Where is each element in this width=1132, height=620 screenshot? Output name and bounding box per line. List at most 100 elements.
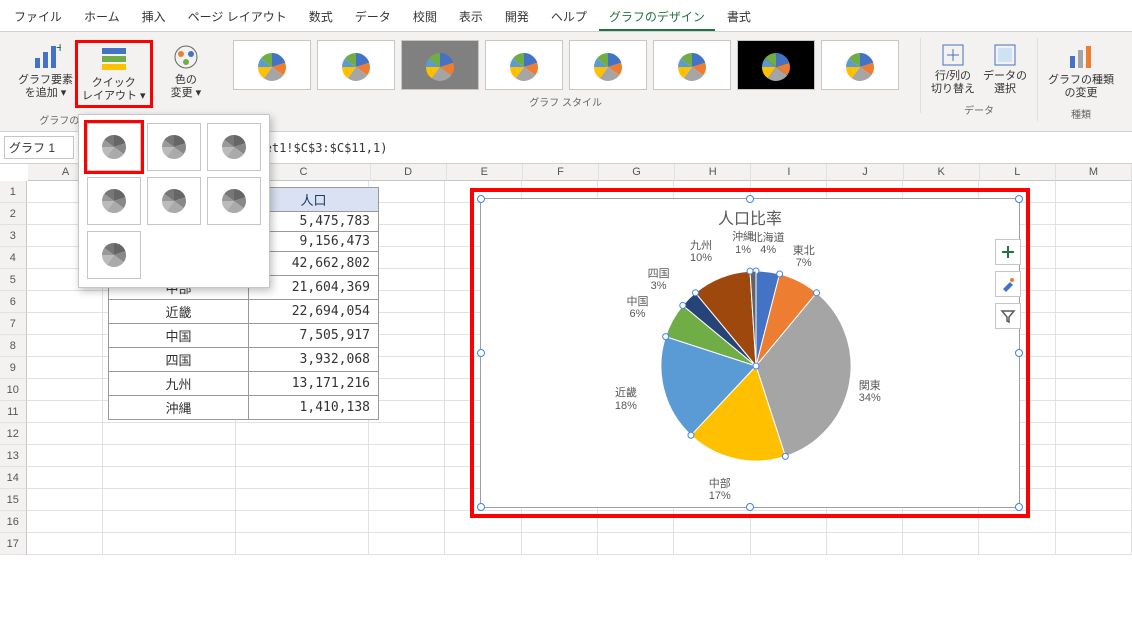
cell[interactable] xyxy=(1056,269,1132,291)
col-header[interactable]: L xyxy=(980,164,1056,181)
row-header[interactable]: 3 xyxy=(0,225,27,247)
switch-row-col-button[interactable]: 行/列の切り替え xyxy=(929,40,977,98)
cell[interactable] xyxy=(369,489,445,511)
cell[interactable] xyxy=(522,533,598,555)
cell[interactable] xyxy=(103,423,236,445)
change-colors-button[interactable]: 色の変更 ▾ xyxy=(169,40,204,102)
chart-style-thumb[interactable] xyxy=(485,40,563,90)
name-box[interactable]: グラフ 1 xyxy=(4,136,74,159)
cell[interactable] xyxy=(236,445,369,467)
cell[interactable] xyxy=(27,445,103,467)
tab-挿入[interactable]: 挿入 xyxy=(132,4,176,31)
resize-handle[interactable] xyxy=(1015,503,1023,511)
cell[interactable] xyxy=(236,423,369,445)
row-header[interactable]: 9 xyxy=(0,357,27,379)
col-header[interactable]: I xyxy=(751,164,827,181)
cell[interactable] xyxy=(369,423,445,445)
cell[interactable] xyxy=(445,533,521,555)
cell[interactable] xyxy=(751,533,827,555)
quick-layout-option[interactable] xyxy=(207,123,261,171)
cell[interactable] xyxy=(236,467,369,489)
tab-数式[interactable]: 数式 xyxy=(299,4,343,31)
cell[interactable] xyxy=(27,291,103,313)
quick-layout-option[interactable] xyxy=(87,177,141,225)
resize-handle[interactable] xyxy=(477,503,485,511)
cell[interactable] xyxy=(1056,225,1132,247)
chart-container[interactable]: 人口比率 北海道4%東北7%関東34%中部17%近畿18%中国6%四国3%九州1… xyxy=(470,188,1030,518)
chart-style-thumb[interactable] xyxy=(569,40,647,90)
cell[interactable] xyxy=(1056,357,1132,379)
tab-ファイル[interactable]: ファイル xyxy=(4,4,72,31)
tab-グラフのデザイン[interactable]: グラフのデザイン xyxy=(599,4,715,31)
cell[interactable] xyxy=(674,533,750,555)
cell[interactable] xyxy=(369,445,445,467)
cell[interactable] xyxy=(27,533,103,555)
cell[interactable] xyxy=(1056,511,1132,533)
tab-ページ レイアウト[interactable]: ページ レイアウト xyxy=(178,4,297,31)
col-header[interactable]: E xyxy=(447,164,523,181)
col-header[interactable]: G xyxy=(599,164,675,181)
cell[interactable] xyxy=(27,489,103,511)
chart-style-thumb[interactable] xyxy=(233,40,311,90)
tab-書式[interactable]: 書式 xyxy=(717,4,761,31)
select-data-button[interactable]: データの選択 xyxy=(981,40,1029,98)
cell[interactable] xyxy=(369,225,445,247)
add-chart-element-button[interactable]: + グラフ要素を追加 ▾ xyxy=(16,40,75,108)
row-header[interactable]: 7 xyxy=(0,313,27,335)
cell[interactable] xyxy=(103,445,236,467)
cell[interactable] xyxy=(103,489,236,511)
cell[interactable] xyxy=(1056,291,1132,313)
cell[interactable] xyxy=(1056,533,1132,555)
chart-filter-button[interactable] xyxy=(995,303,1021,329)
row-header[interactable]: 16 xyxy=(0,511,27,533)
cell[interactable] xyxy=(369,313,445,335)
cell[interactable] xyxy=(903,533,979,555)
cell[interactable] xyxy=(369,247,445,269)
row-header[interactable]: 11 xyxy=(0,401,27,423)
row-header[interactable]: 17 xyxy=(0,533,27,555)
cell[interactable] xyxy=(1056,203,1132,225)
cell[interactable] xyxy=(27,423,103,445)
cell[interactable] xyxy=(1056,423,1132,445)
quick-layout-option[interactable] xyxy=(87,231,141,279)
row-header[interactable]: 6 xyxy=(0,291,27,313)
pie-chart[interactable]: 北海道4%東北7%関東34%中部17%近畿18%中国6%四国3%九州10%沖縄1… xyxy=(481,231,1019,491)
row-header[interactable]: 2 xyxy=(0,203,27,225)
cell[interactable] xyxy=(369,335,445,357)
cell[interactable] xyxy=(103,511,236,533)
row-header[interactable]: 14 xyxy=(0,467,27,489)
cell[interactable] xyxy=(1056,489,1132,511)
cell[interactable] xyxy=(369,511,445,533)
cell[interactable] xyxy=(236,533,369,555)
cell[interactable] xyxy=(1056,247,1132,269)
cell[interactable] xyxy=(1056,379,1132,401)
cell[interactable] xyxy=(27,511,103,533)
quick-layout-button[interactable]: クイックレイアウト ▾ xyxy=(75,40,153,108)
cell[interactable] xyxy=(369,467,445,489)
change-chart-type-button[interactable]: グラフの種類の変更 xyxy=(1046,40,1116,102)
cell[interactable] xyxy=(369,357,445,379)
col-header[interactable]: D xyxy=(371,164,447,181)
tab-ヘルプ[interactable]: ヘルプ xyxy=(541,4,597,31)
cell[interactable] xyxy=(369,401,445,423)
tab-ホーム[interactable]: ホーム xyxy=(74,4,130,31)
chart-elements-button[interactable] xyxy=(995,239,1021,265)
row-header[interactable]: 1 xyxy=(0,181,27,203)
chart-style-thumb[interactable] xyxy=(821,40,899,90)
chart-title[interactable]: 人口比率 xyxy=(481,199,1019,231)
quick-layout-option[interactable] xyxy=(147,177,201,225)
cell[interactable] xyxy=(236,511,369,533)
chart-styles-button[interactable] xyxy=(995,271,1021,297)
cell[interactable] xyxy=(369,379,445,401)
cell[interactable] xyxy=(369,291,445,313)
cell[interactable] xyxy=(1056,335,1132,357)
chart-styles-gallery[interactable] xyxy=(233,40,899,90)
col-header[interactable]: J xyxy=(827,164,903,181)
cell[interactable] xyxy=(27,335,103,357)
row-header[interactable]: 4 xyxy=(0,247,27,269)
quick-layout-option[interactable] xyxy=(207,177,261,225)
cell[interactable] xyxy=(979,533,1055,555)
col-header[interactable]: H xyxy=(675,164,751,181)
col-header[interactable]: F xyxy=(523,164,599,181)
cell[interactable] xyxy=(27,357,103,379)
